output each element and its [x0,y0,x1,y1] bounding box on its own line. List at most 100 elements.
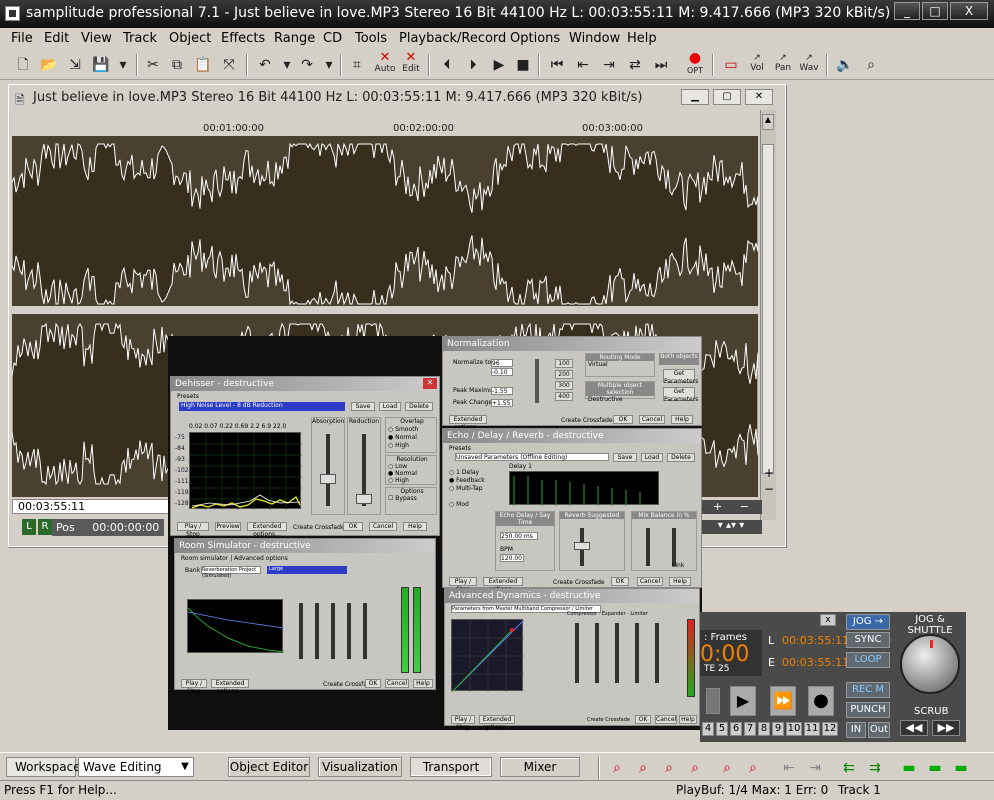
grid-icon[interactable]: ⌗ [346,53,368,77]
open-folder-icon[interactable]: 📂 [38,53,60,77]
undo-icon[interactable]: ↶ [254,53,276,77]
play-icon[interactable]: ▶ [488,53,510,77]
echo-extended-button[interactable]: Extended options... [483,577,523,593]
zoom-all-icon[interactable]: ⌕ [716,756,738,780]
range-snap-icon[interactable]: ▬ [950,756,972,780]
menu-tools[interactable]: Tools [355,31,387,46]
transport-play-button[interactable]: ▶ [730,686,756,716]
echo-crossfade[interactable]: Create Crossfade [553,579,605,586]
menu-object[interactable]: Object [169,31,211,46]
speaker-icon[interactable]: 🔈 [834,53,856,77]
close-button[interactable]: X [950,2,988,20]
get-parameters-button[interactable]: Get Parameters [663,387,698,403]
normalize-preset-button[interactable]: 100 [555,359,573,368]
vertical-scrollbar[interactable]: ▲ + − [760,110,776,520]
left-channel-button[interactable]: L [22,519,36,535]
menu-edit[interactable]: Edit [44,31,69,46]
normalize-help-button[interactable]: Help [671,415,693,424]
nav-right-icon[interactable]: ⇥ [804,756,826,780]
room-bank-select[interactable]: Reverberation Project (Simulated) [201,566,261,579]
transport-record-button[interactable]: ● [808,686,834,716]
room-tab[interactable]: Room simulator | Advanced options [181,555,288,562]
zoom-sel-icon[interactable]: ⌕ [742,756,764,780]
menu-help[interactable]: Help [627,31,657,46]
dynamics-play-button[interactable]: Play / Stop [451,715,475,731]
dehisser-cancel-button[interactable]: Cancel [369,522,397,531]
jog-wheel[interactable] [900,634,960,694]
delay-time-field[interactable]: 250.00 ms [500,532,538,540]
dehisser-ok-button[interactable]: OK [343,522,363,531]
auto-crossfade-button[interactable]: ✕ Auto [374,51,396,77]
dehisser-preset-select[interactable]: High Noise Level - 8 dB Reduction [179,402,345,411]
normalize-value[interactable]: -0.10 [491,368,513,376]
scroll-up-icon[interactable]: ▲ [762,114,774,130]
dehisser-load-button[interactable]: Load [379,402,401,411]
echo-save-button[interactable]: Save [613,453,637,462]
arrow-controls[interactable]: ▾ ▴▾ ▾ [700,520,762,534]
dehisser-help-button[interactable]: Help [403,522,427,531]
wave-curve-button[interactable]: ↗ Wav [798,53,820,77]
punch-out-button[interactable]: Out [868,722,890,738]
loop-button[interactable]: LOOP [846,652,890,668]
go-start-icon[interactable]: ⏮ [546,53,568,77]
bpm-field[interactable]: 120.00 [500,554,524,562]
scroll-thumb[interactable] [762,144,774,474]
normalize-extended-button[interactable]: Extended options... [449,415,487,431]
time-ruler[interactable]: 00:01:00:00 00:02:00:00 00:03:00:00 [12,122,758,136]
room-cancel-button[interactable]: Cancel [385,679,409,688]
scrub-left-button[interactable]: ◀◀ [900,720,928,736]
zoom-icon[interactable]: ⌕ [860,53,882,77]
dynamics-ok-button[interactable]: OK [635,715,651,724]
menu-file[interactable]: File [11,31,33,46]
zoom-plus[interactable]: + [713,500,722,513]
normalize-preset-button[interactable]: 200 [555,370,573,379]
zoom-60s-icon[interactable]: ⌕ [658,756,680,780]
undo-dropdown-icon[interactable]: ▾ [276,53,298,77]
dynamics-extended-button[interactable]: Extended options... [479,715,515,731]
menu-effects[interactable]: Effects [221,31,265,46]
echo-delete-button[interactable]: Delete [667,453,695,462]
minimize-button[interactable]: _ [894,2,920,20]
room-extended-button[interactable]: Extended options... [211,679,249,695]
edit-crossfade-button[interactable]: ✕ Edit [400,51,422,77]
echo-mod-option[interactable]: ○ Mod [449,501,469,508]
get-parameters-button[interactable]: Get Parameters [663,369,698,385]
save-dropdown-icon[interactable]: ▾ [112,53,134,77]
normalize-ok-button[interactable]: OK [613,415,633,424]
echo-help-button[interactable]: Help [669,577,691,586]
sync-button[interactable]: SYNC [846,632,890,648]
mix-icon[interactable]: ⤧ [218,53,240,77]
jog-button[interactable]: JOG → [846,614,890,630]
pan-curve-button[interactable]: ↗ Pan [772,53,794,77]
normalize-cancel-button[interactable]: Cancel [639,415,665,424]
chevron-down-icon[interactable]: ▼ [178,759,192,775]
copy-icon[interactable]: ⧉ [166,53,188,77]
right-channel-button[interactable]: R [38,519,52,535]
menu-view[interactable]: View [81,31,112,46]
normalize-crossfade[interactable]: Create Crossfade [561,417,613,424]
zoom-10m-icon[interactable]: ⌕ [684,756,706,780]
zoom-out-button[interactable]: − [762,482,776,496]
play-marker-icon[interactable]: ⏵ [462,53,484,77]
room-ok-button[interactable]: OK [365,679,381,688]
echo-ok-button[interactable]: OK [611,577,629,586]
echo-cancel-button[interactable]: Cancel [637,577,663,586]
dehisser-spectrum[interactable] [189,432,302,510]
room-help-button[interactable]: Help [413,679,433,688]
room-impulse-display[interactable] [187,599,285,653]
dynamics-help-button[interactable]: Help [679,715,697,724]
transport-button[interactable]: Transport [410,757,492,777]
record-button[interactable]: ● OPT [684,51,706,77]
wave-close-button[interactable]: ✕ [745,89,773,105]
wave-minimize-button[interactable]: ▁ [681,89,709,105]
object-editor-button[interactable]: Object Editor [228,757,310,777]
normalize-value[interactable]: +1.55 [491,399,513,407]
range-right-icon[interactable]: ⇥ [598,53,620,77]
cut-icon[interactable]: ✂ [142,53,164,77]
dehisser-extended-button[interactable]: Extended options... [247,522,287,538]
dehisser-delete-button[interactable]: Delete [405,402,433,411]
normalize-slider[interactable] [535,359,539,403]
range-left-icon[interactable]: ⇤ [572,53,594,77]
dynamics-cancel-button[interactable]: Cancel [655,715,677,724]
menu-track[interactable]: Track [123,31,157,46]
